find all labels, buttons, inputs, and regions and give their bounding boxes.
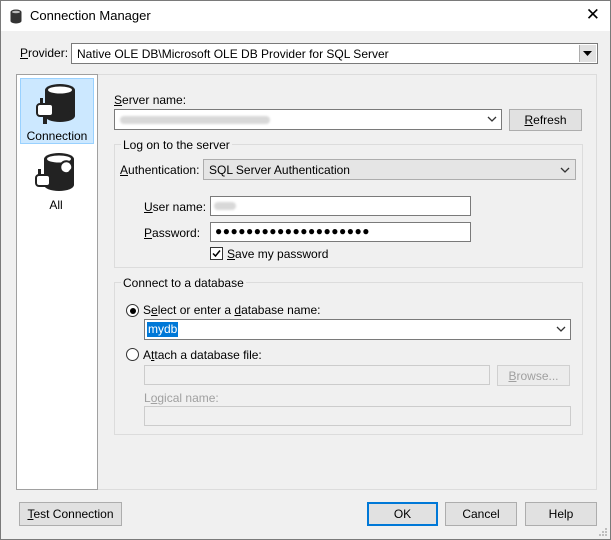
logical-name-label: Logical name: — [144, 391, 219, 405]
authentication-label: Authentication: — [120, 163, 200, 177]
refresh-button[interactable]: Refresh — [509, 109, 582, 131]
nav-item-connection[interactable]: Connection — [20, 78, 94, 144]
resize-grip-icon[interactable] — [598, 527, 608, 537]
provider-label: Provider: — [20, 46, 69, 60]
browse-button[interactable]: Browse... — [497, 365, 570, 386]
provider-value: Native OLE DB\Microsoft OLE DB Provider … — [77, 47, 389, 61]
password-value: ●●●●●●●●●●●●●●●●●●●● — [215, 224, 370, 238]
checkmark-icon — [212, 250, 221, 258]
database-legend: Connect to a database — [121, 276, 246, 290]
user-name-label: User name: — [144, 200, 207, 214]
authentication-dropdown[interactable]: SQL Server Authentication — [203, 159, 576, 180]
chevron-down-icon — [583, 51, 592, 56]
provider-dropdown[interactable]: Native OLE DB\Microsoft OLE DB Provider … — [71, 43, 598, 64]
nav-panel: Connection All — [16, 74, 98, 490]
database-name-value: mydb — [147, 322, 179, 337]
save-password-label[interactable]: Save my password — [227, 247, 328, 261]
logical-name-field[interactable] — [144, 406, 571, 426]
select-database-radio[interactable] — [126, 304, 139, 317]
test-connection-button[interactable]: Test Connection — [19, 502, 122, 526]
password-label: Password: — [144, 226, 201, 240]
chevron-down-icon — [560, 167, 570, 173]
provider-dropdown-button[interactable] — [579, 45, 596, 62]
server-name-combo[interactable] — [114, 109, 502, 130]
select-database-label[interactable]: Select or enter a database name: — [143, 303, 321, 317]
connection-manager-window: Connection Manager ✕ Provider: Native OL… — [0, 0, 611, 540]
help-button[interactable]: Help — [525, 502, 597, 526]
close-icon[interactable]: ✕ — [586, 5, 600, 25]
authentication-value: SQL Server Authentication — [209, 163, 350, 177]
ok-button[interactable]: OK — [367, 502, 438, 526]
window-title: Connection Manager — [30, 8, 151, 23]
attach-file-field[interactable] — [144, 365, 490, 385]
database-icon — [10, 9, 22, 27]
nav-item-all[interactable]: All — [20, 148, 94, 214]
database-name-combo[interactable]: mydb — [144, 319, 571, 340]
attach-database-label[interactable]: Attach a database file: — [143, 348, 262, 362]
chevron-down-icon — [556, 326, 566, 332]
server-name-label: Server name: — [114, 93, 187, 107]
database-wrench-icon — [35, 153, 74, 191]
attach-database-radio[interactable] — [126, 348, 139, 361]
nav-item-label: Connection — [26, 129, 88, 143]
password-field[interactable]: ●●●●●●●●●●●●●●●●●●●● — [210, 222, 471, 242]
save-password-checkbox[interactable] — [210, 247, 223, 260]
nav-item-label: All — [49, 198, 63, 212]
user-name-field[interactable] — [210, 196, 471, 216]
database-plug-icon — [36, 84, 75, 124]
server-name-value-blurred — [120, 116, 270, 124]
cancel-button[interactable]: Cancel — [445, 502, 517, 526]
user-name-value-blurred — [214, 202, 236, 210]
chevron-down-icon — [487, 116, 497, 122]
logon-legend: Log on to the server — [121, 138, 232, 152]
title-bar: Connection Manager ✕ — [1, 1, 610, 31]
